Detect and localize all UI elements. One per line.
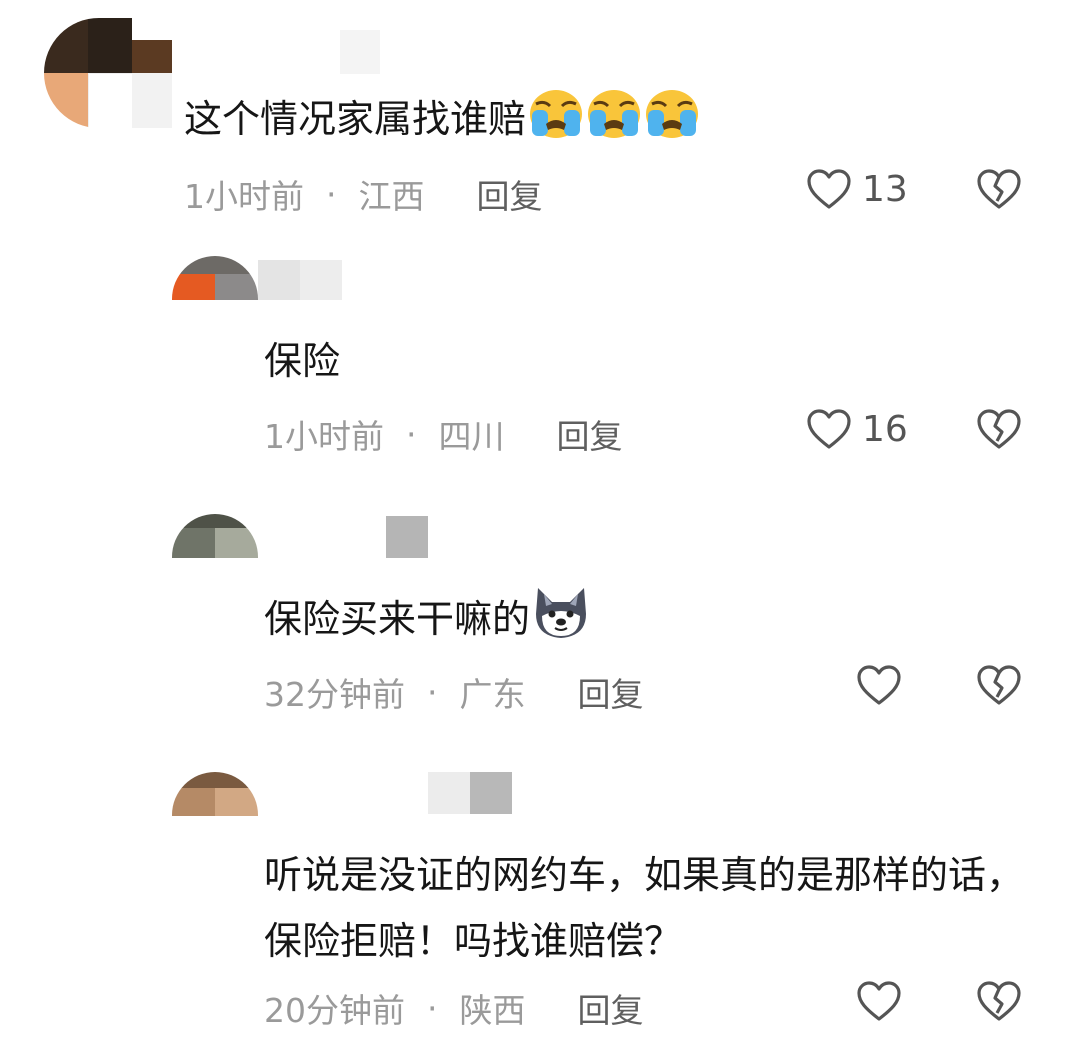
comment-text: 听说是没证的网约车，如果真的是那样的话，保险拒赔！吗找谁赔偿？	[264, 853, 1025, 963]
like-button[interactable]: 13	[806, 168, 908, 210]
dislike-button[interactable]	[976, 980, 1022, 1022]
broken-heart-icon	[976, 408, 1022, 450]
like-button[interactable]	[856, 980, 902, 1022]
broken-heart-icon	[976, 168, 1022, 210]
heart-icon	[856, 664, 902, 706]
broken-heart-icon	[976, 664, 1022, 706]
username[interactable]	[258, 260, 342, 300]
broken-heart-icon	[976, 980, 1022, 1022]
dislike-button[interactable]	[976, 408, 1022, 450]
like-count: 13	[862, 168, 908, 210]
like-button[interactable]	[856, 664, 902, 706]
comment-meta: 1小时前 · 四川 回复	[264, 410, 623, 458]
avatar[interactable]	[172, 772, 258, 816]
heart-icon	[806, 168, 852, 210]
comment-text: 保险买来干嘛的	[264, 584, 590, 660]
dislike-button[interactable]	[976, 664, 1022, 706]
comment-text: 这个情况家属找谁赔	[184, 86, 700, 160]
comment-time: 1小时前	[264, 417, 384, 456]
heart-icon	[856, 980, 902, 1022]
reply-button[interactable]: 回复	[578, 984, 644, 1032]
separator: ·	[427, 988, 438, 1028]
comment-time: 1小时前	[184, 177, 304, 216]
separator: ·	[427, 672, 438, 712]
like-count: 16	[862, 408, 908, 450]
comment-location: 四川	[438, 417, 505, 456]
comment-location: 广东	[459, 675, 526, 714]
avatar[interactable]	[172, 514, 258, 558]
separator: ·	[406, 414, 417, 454]
crying-face-icon	[528, 88, 584, 160]
like-button[interactable]: 16	[806, 408, 908, 450]
comment-text: 保险	[264, 339, 341, 383]
comment-time: 20分钟前	[264, 991, 405, 1030]
dislike-button[interactable]	[976, 168, 1022, 210]
comment-meta: 1小时前 · 江西 回复	[184, 170, 543, 218]
avatar[interactable]	[44, 18, 172, 128]
comment-time: 32分钟前	[264, 675, 405, 714]
avatar[interactable]	[172, 256, 258, 300]
comment-location: 陕西	[459, 991, 526, 1030]
dog-face-icon	[532, 584, 590, 660]
separator: ·	[326, 174, 337, 214]
reply-button[interactable]: 回复	[477, 170, 543, 218]
username[interactable]	[340, 30, 380, 74]
crying-face-icon	[644, 88, 700, 160]
comment-meta: 32分钟前 · 广东 回复	[264, 668, 644, 716]
reply-button[interactable]: 回复	[557, 410, 623, 458]
comment-location: 江西	[358, 177, 425, 216]
crying-face-icon	[586, 88, 642, 160]
username[interactable]	[428, 772, 512, 814]
reply-button[interactable]: 回复	[578, 668, 644, 716]
username[interactable]	[386, 516, 428, 558]
heart-icon	[806, 408, 852, 450]
comment-meta: 20分钟前 · 陕西 回复	[264, 984, 644, 1032]
